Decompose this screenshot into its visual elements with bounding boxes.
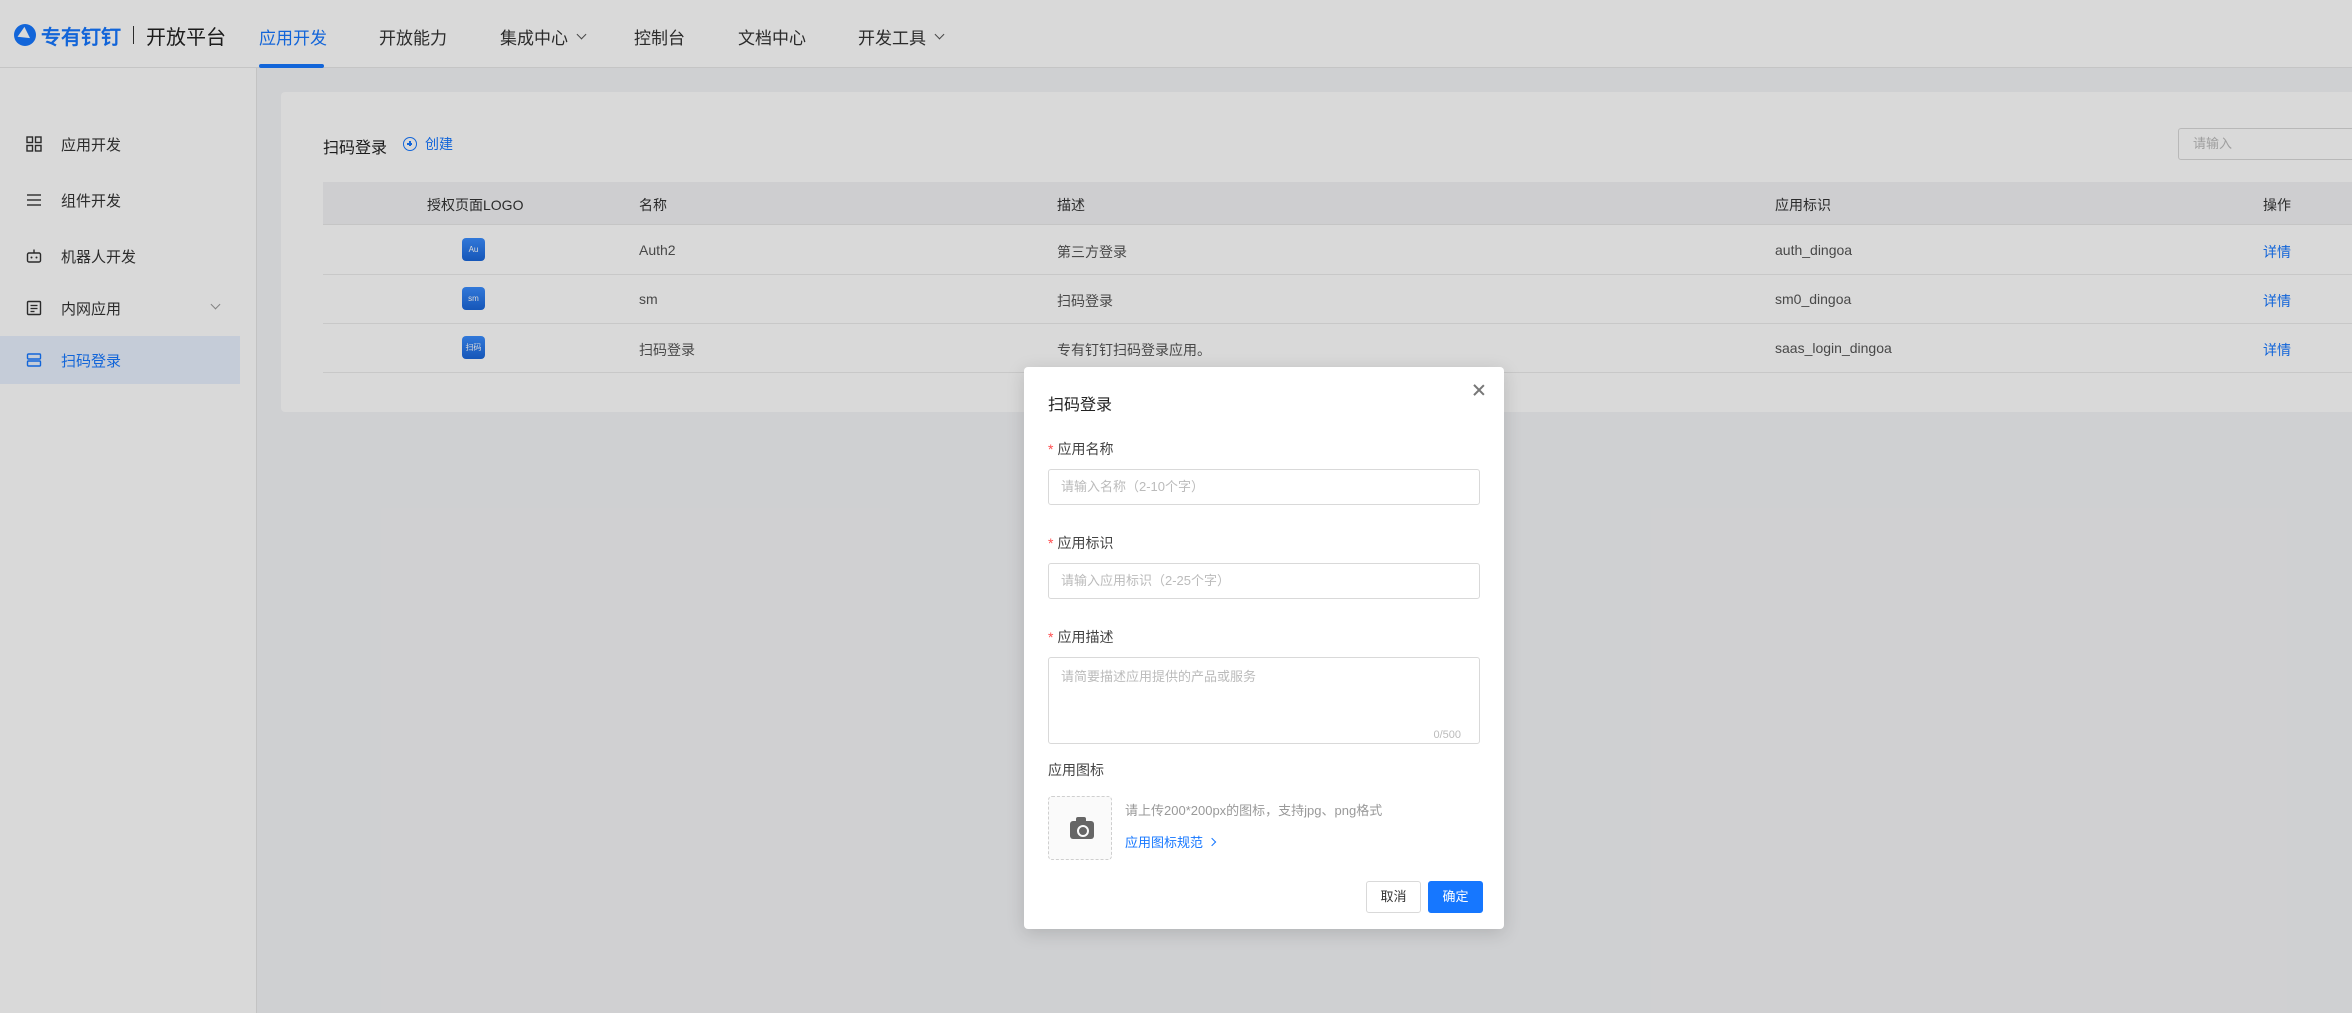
field-label: 应用描述 — [1057, 629, 1114, 645]
app-desc-label: * 应用描述 — [1048, 627, 1113, 647]
field-label: 应用名称 — [1057, 441, 1114, 457]
confirm-button[interactable]: 确定 — [1428, 881, 1483, 913]
app-id-input[interactable]: 请输入应用标识（2-25个字） — [1048, 563, 1480, 599]
app-desc-textarea[interactable]: 请简要描述应用提供的产品或服务 0/500 — [1048, 657, 1480, 744]
close-icon[interactable] — [1472, 383, 1486, 397]
dialog-title: 扫码登录 — [1048, 397, 1113, 414]
required-mark: * — [1048, 629, 1054, 645]
icon-spec-link[interactable]: 应用图标规范 — [1125, 832, 1217, 851]
app-id-label: * 应用标识 — [1048, 533, 1113, 553]
app-icon-label: 应用图标 — [1048, 762, 1104, 778]
cancel-button[interactable]: 取消 — [1366, 881, 1421, 913]
icon-upload-button[interactable] — [1048, 796, 1112, 860]
char-counter: 0/500 — [1433, 729, 1461, 741]
chevron-right-icon — [1207, 837, 1217, 846]
link-label: 应用图标规范 — [1125, 835, 1204, 850]
required-mark: * — [1048, 535, 1054, 551]
textarea-placeholder: 请简要描述应用提供的产品或服务 — [1061, 669, 1257, 684]
create-app-dialog: 扫码登录 * 应用名称 请输入名称（2-10个字） * 应用标识 请输入应用标识（2… — [1024, 367, 1504, 929]
upload-hint: 请上传200*200px的图标，支持jpg、png格式 — [1125, 803, 1383, 818]
app-name-input[interactable]: 请输入名称（2-10个字） — [1048, 469, 1480, 505]
app-name-label: * 应用名称 — [1048, 439, 1113, 459]
required-mark: * — [1048, 441, 1054, 457]
field-label: 应用标识 — [1057, 535, 1114, 551]
camera-icon — [1070, 817, 1094, 839]
